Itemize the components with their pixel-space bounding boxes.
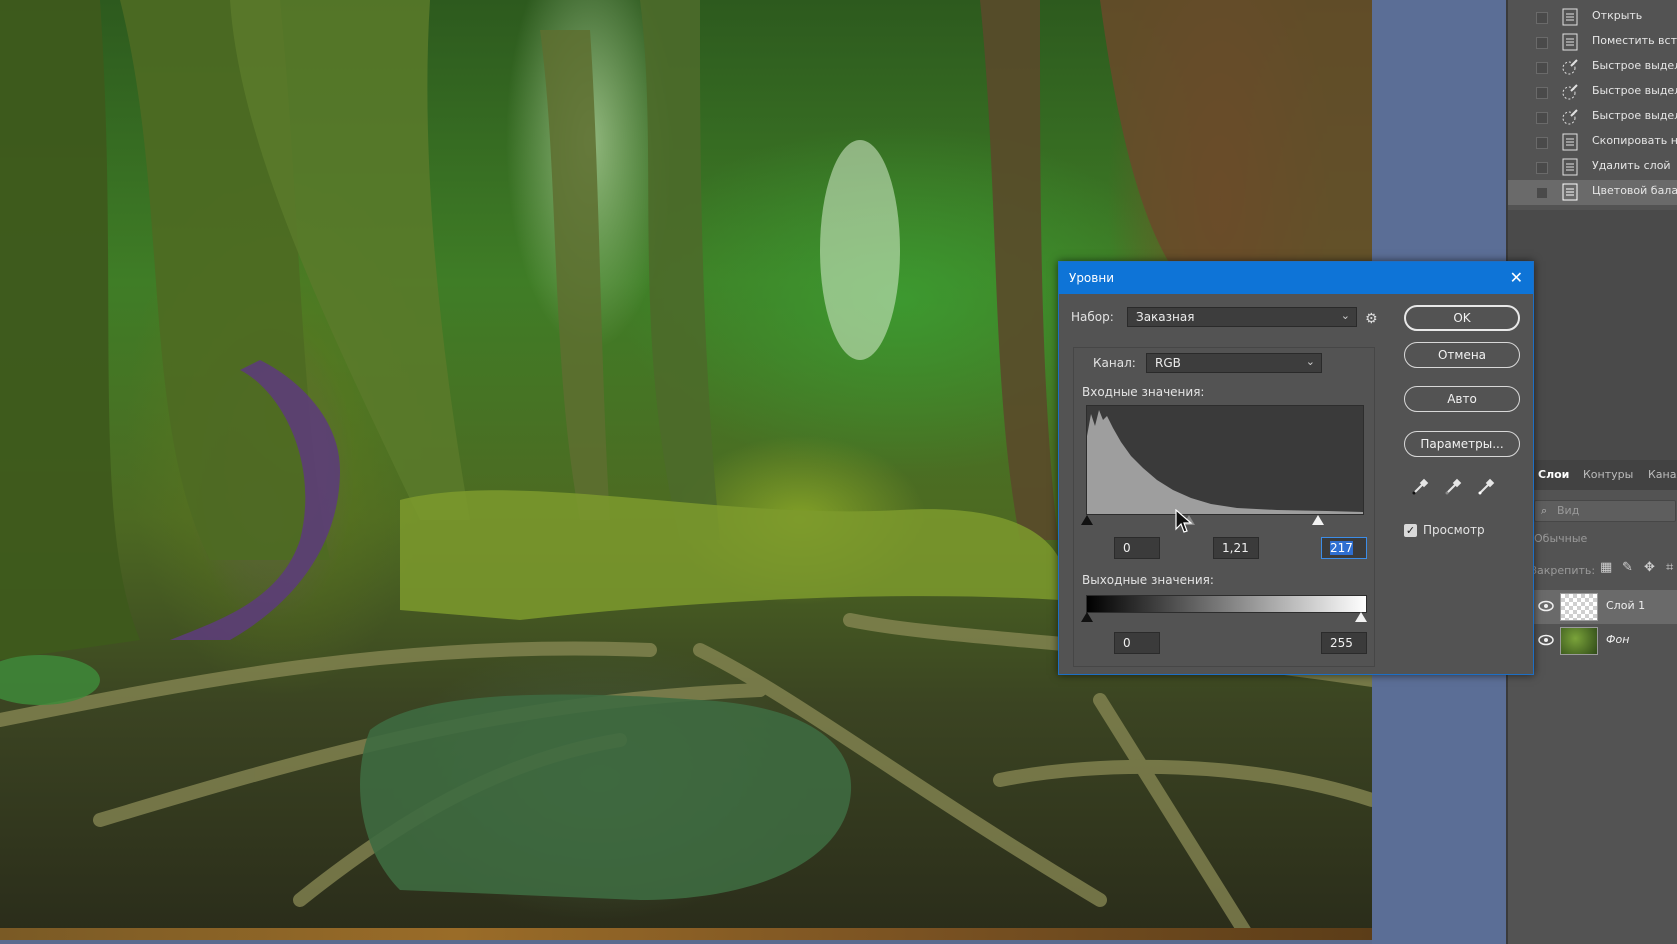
input-black-value: 0 [1123,541,1131,555]
visibility-eye-icon[interactable] [1538,633,1554,647]
history-item[interactable]: Скопировать на н [1508,130,1677,155]
history-item[interactable]: Поместить встро [1508,30,1677,55]
history-item[interactable]: Быстрое выделен [1508,80,1677,105]
layer-filter-placeholder: Вид [1557,504,1580,517]
snapshot-checkbox[interactable] [1536,162,1548,174]
input-black-field[interactable]: 0 [1114,537,1160,559]
input-white-value: 217 [1330,541,1353,555]
document-icon [1562,183,1578,201]
preset-label: Набор: [1071,310,1114,324]
tab-paths[interactable]: Контуры [1583,468,1633,481]
output-black-value: 0 [1123,636,1131,650]
snapshot-checkbox[interactable] [1536,12,1548,24]
close-icon[interactable]: ✕ [1510,268,1523,287]
dialog-title: Уровни [1069,271,1114,285]
quick-selection-icon [1562,59,1578,75]
options-button[interactable]: Параметры... [1404,431,1520,457]
history-item-selected[interactable]: Цветовой баланс [1508,180,1677,205]
output-gradient-bar [1086,595,1367,613]
levels-dialog: Уровни ✕ Набор: Заказная ⌄ ⚙ Канал: RGB … [1058,261,1534,675]
snapshot-checkbox[interactable] [1536,87,1548,99]
layer-name[interactable]: Слой 1 [1606,599,1645,612]
history-panel: Открыть Поместить встро Быстрое выделен … [1506,0,1677,210]
channel-dropdown[interactable]: RGB ⌄ [1146,353,1322,373]
snapshot-checkbox[interactable] [1536,137,1548,149]
histogram [1086,405,1364,515]
snapshot-checkbox[interactable] [1536,62,1548,74]
output-white-value: 255 [1330,636,1353,650]
input-gamma-value: 1,21 [1222,541,1249,555]
input-levels-label: Входные значения: [1082,385,1205,399]
search-icon: ⌕ [1541,504,1548,517]
history-item-label: Открыть [1592,9,1643,22]
output-white-field[interactable]: 255 [1321,632,1367,654]
channel-value: RGB [1155,356,1181,370]
lock-label: Закрепить: [1530,564,1596,577]
snapshot-checkbox[interactable] [1536,112,1548,124]
history-item-label: Поместить встро [1592,34,1677,47]
dialog-titlebar[interactable]: Уровни ✕ [1059,262,1533,294]
layer-name[interactable]: Фон [1606,633,1629,646]
lock-position-icon[interactable]: ✥ [1644,560,1655,575]
input-gamma-field[interactable]: 1,21 [1213,537,1259,559]
history-item[interactable]: Открыть [1508,5,1677,30]
quick-selection-icon [1562,84,1578,100]
history-item-label: Скопировать на н [1592,134,1677,147]
history-item-label: Удалить слой [1592,159,1671,172]
document-icon [1562,33,1578,51]
output-levels-label: Выходные значения: [1082,573,1214,587]
preset-options-gear-icon[interactable]: ⚙ [1365,311,1378,327]
lock-artboard-icon[interactable]: ⌗ [1666,560,1673,575]
document-icon [1562,158,1578,176]
lock-image-pixels-icon[interactable]: ✎ [1622,560,1633,575]
histogram-graph [1087,410,1363,514]
layer-thumbnail [1560,593,1598,621]
layer-filter-field[interactable]: ⌕ Вид [1534,500,1676,522]
chevron-down-icon: ⌄ [1305,355,1315,368]
output-white-slider[interactable] [1355,612,1367,622]
history-item[interactable]: Быстрое выделен [1508,55,1677,80]
black-point-eyedropper-icon[interactable] [1411,478,1429,496]
input-black-slider[interactable] [1081,515,1093,525]
cancel-button[interactable]: Отмена [1404,342,1520,368]
tab-channels[interactable]: Канал [1648,468,1677,481]
document-icon [1562,133,1578,151]
quick-selection-icon [1562,109,1578,125]
output-black-field[interactable]: 0 [1114,632,1160,654]
output-black-slider[interactable] [1081,612,1093,622]
mouse-cursor-icon [1175,509,1193,533]
history-item-label: Быстрое выделен [1592,59,1677,72]
history-item-label: Цветовой баланс [1592,184,1677,197]
chevron-down-icon: ⌄ [1340,309,1350,322]
history-item-label: Быстрое выделен [1592,109,1677,122]
visibility-eye-icon[interactable] [1538,599,1554,613]
snapshot-checkbox[interactable] [1536,187,1548,199]
ok-button[interactable]: OK [1404,305,1520,331]
white-point-eyedropper-icon[interactable] [1477,478,1495,496]
preview-checkbox[interactable]: ✓ [1404,524,1417,537]
blend-mode-select[interactable]: Обычные [1534,532,1587,545]
tab-layers[interactable]: Слои [1538,468,1569,481]
input-white-slider[interactable] [1312,515,1324,525]
channel-label: Канал: [1093,356,1136,370]
auto-button[interactable]: Авто [1404,386,1520,412]
layer-thumbnail [1560,627,1598,655]
gray-point-eyedropper-icon[interactable] [1444,478,1462,496]
input-white-field[interactable]: 217 [1321,537,1367,559]
document-icon [1562,8,1578,26]
preview-label: Просмотр [1423,523,1485,537]
preset-value: Заказная [1136,310,1195,324]
history-item[interactable]: Удалить слой [1508,155,1677,180]
history-item-label: Быстрое выделен [1592,84,1677,97]
canvas-bottom-edge [0,928,1372,940]
lock-transparent-pixels-icon[interactable]: ▦ [1600,560,1612,575]
snapshot-checkbox[interactable] [1536,37,1548,49]
preset-dropdown[interactable]: Заказная ⌄ [1127,307,1357,327]
history-item[interactable]: Быстрое выделен [1508,105,1677,130]
